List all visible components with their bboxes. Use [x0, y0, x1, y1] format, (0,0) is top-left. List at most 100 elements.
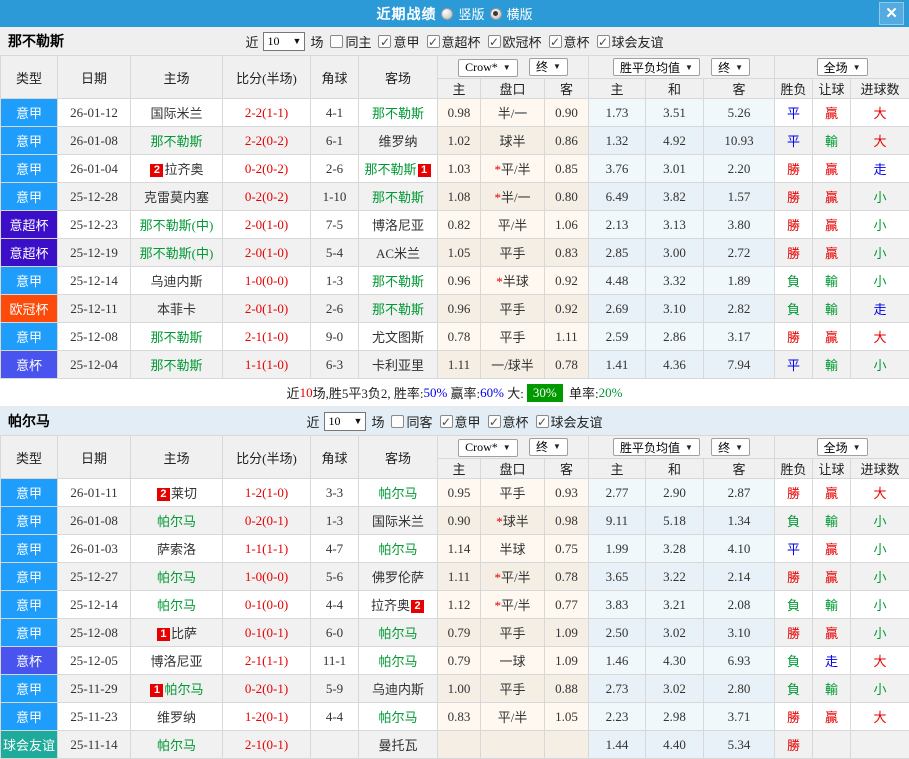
league-badge: 欧冠杯 — [1, 295, 58, 323]
home-odds: 1.14 — [438, 535, 481, 563]
avg-home: 2.85 — [589, 239, 646, 267]
avg-final-dropdown[interactable]: 终▼ — [711, 58, 750, 76]
horizontal-layout-label: 横版 — [507, 4, 533, 23]
league-badge: 意甲 — [1, 479, 58, 507]
league-filter-checkbox[interactable]: ✓意甲 — [440, 412, 481, 431]
odds-source-dropdown[interactable]: Crow*▼ — [458, 439, 518, 457]
corner-score: 1-3 — [311, 507, 359, 535]
result-wdl: 平 — [775, 535, 813, 563]
same-venue-checkbox[interactable]: 同主 — [330, 32, 371, 51]
team-label: 那不勒斯 — [372, 274, 424, 289]
close-icon: ✕ — [885, 5, 898, 22]
avg-home: 1.46 — [589, 647, 646, 675]
checkbox-checked-icon: ✓ — [440, 415, 453, 428]
odds-final-dropdown[interactable]: 终▼ — [529, 438, 568, 456]
result-handicap: 輸 — [813, 127, 851, 155]
league-filter-checkbox[interactable]: ✓意超杯 — [427, 32, 481, 51]
result-wdl: 平 — [775, 127, 813, 155]
league-filter-checkbox[interactable]: ✓球会友谊 — [536, 412, 603, 431]
team-label: 那不勒斯(中) — [140, 218, 214, 233]
avg-away: 2.82 — [704, 295, 775, 323]
avg-type-dropdown[interactable]: 胜平负均值▼ — [613, 58, 700, 76]
result-wdl: 負 — [775, 295, 813, 323]
col-type: 类型 — [1, 436, 58, 479]
red-card-badge: 2 — [411, 600, 424, 613]
league-filter-checkbox[interactable]: ✓欧冠杯 — [488, 32, 542, 51]
vertical-layout-radio[interactable] — [441, 8, 453, 20]
red-card-badge: 1 — [150, 684, 163, 697]
away-odds: 0.85 — [545, 155, 589, 183]
match-row: 意甲26-01-112莱切1-2(1-0)3-3帕尔马0.95平手0.932.7… — [1, 479, 909, 507]
match-row: 意甲25-12-14帕尔马0-1(0-0)4-4拉齐奥21.12*平/半0.77… — [1, 591, 909, 619]
home-odds: 1.11 — [438, 351, 481, 379]
away-team: 帕尔马 — [359, 479, 438, 507]
avg-final-dropdown[interactable]: 终▼ — [711, 438, 750, 456]
avg-draw: 3.22 — [646, 563, 704, 591]
recent-count-select[interactable]: 10▼ — [263, 32, 305, 51]
odds-final-dropdown[interactable]: 终▼ — [529, 58, 568, 76]
home-team: 那不勒斯 — [131, 323, 223, 351]
avg-home: 2.13 — [589, 211, 646, 239]
result-wdl: 平 — [775, 351, 813, 379]
col-handicap: 盘口 — [481, 459, 545, 479]
home-team: 那不勒斯 — [131, 351, 223, 379]
match-date: 26-01-11 — [58, 479, 131, 507]
handicap: 平/半 — [481, 211, 545, 239]
result-goals: 大 — [851, 647, 909, 675]
dropdown-caret-icon: ▼ — [553, 442, 561, 451]
col-avg-draw: 和 — [646, 79, 704, 99]
horizontal-layout-radio[interactable] — [490, 8, 502, 20]
away-team: 帕尔马 — [359, 535, 438, 563]
team-label: 那不勒斯 — [150, 134, 202, 149]
team-label: 维罗纳 — [157, 710, 196, 725]
avg-type-dropdown[interactable]: 胜平负均值▼ — [613, 438, 700, 456]
avg-draw: 3.28 — [646, 535, 704, 563]
result-wdl: 負 — [775, 647, 813, 675]
score: 0-2(0-1) — [223, 507, 311, 535]
league-filter-checkbox[interactable]: ✓球会友谊 — [597, 32, 664, 51]
away-odds: 1.06 — [545, 211, 589, 239]
result-wdl: 勝 — [775, 703, 813, 731]
star-mark: * — [494, 598, 501, 613]
team-label: 博洛尼亚 — [150, 654, 202, 669]
result-goals: 走 — [851, 155, 909, 183]
handicap: 半球 — [481, 535, 545, 563]
col-goals: 进球数 — [851, 79, 909, 99]
col-avg-home: 主 — [589, 459, 646, 479]
league-filter-checkbox[interactable]: ✓意杯 — [549, 32, 590, 51]
col-date: 日期 — [58, 56, 131, 99]
league-filter-checkbox[interactable]: ✓意杯 — [488, 412, 529, 431]
match-date: 25-12-04 — [58, 351, 131, 379]
close-button[interactable]: ✕ — [879, 2, 904, 25]
same-venue-checkbox[interactable]: 同客 — [391, 412, 432, 431]
score: 2-0(1-0) — [223, 239, 311, 267]
corner-score: 5-4 — [311, 239, 359, 267]
league-badge: 意甲 — [1, 323, 58, 351]
avg-away: 2.72 — [704, 239, 775, 267]
col-wdl: 胜负 — [775, 79, 813, 99]
team-label: 那不勒斯 — [364, 162, 416, 177]
fulltime-dropdown[interactable]: 全场▼ — [817, 58, 868, 76]
team-label: 帕尔马 — [378, 654, 417, 669]
team-label: 拉齐奥 — [164, 162, 203, 177]
league-filter-checkbox[interactable]: ✓意甲 — [378, 32, 419, 51]
match-row: 意甲25-11-291帕尔马0-2(0-1)5-9乌迪内斯1.00平手0.882… — [1, 675, 909, 703]
dropdown-caret-icon: ▼ — [503, 443, 511, 452]
odds-source-dropdown[interactable]: Crow*▼ — [458, 59, 518, 77]
home-odds: 1.08 — [438, 183, 481, 211]
avg-home: 1.73 — [589, 99, 646, 127]
section-parma: 帕尔马 近10▼场同客✓意甲✓意杯✓球会友谊 类型 日期 主场 比分(半场) 角… — [0, 407, 909, 759]
team-label: 那不勒斯 — [150, 330, 202, 345]
col-home: 主场 — [131, 436, 223, 479]
vertical-layout-label: 竖版 — [458, 4, 484, 23]
odds-group-header: Crow*▼ 终▼ — [438, 56, 589, 79]
result-goals: 小 — [851, 675, 909, 703]
score: 0-1(0-1) — [223, 619, 311, 647]
recent-count-select[interactable]: 10▼ — [324, 412, 366, 431]
fulltime-dropdown[interactable]: 全场▼ — [817, 438, 868, 456]
result-handicap: 輸 — [813, 351, 851, 379]
away-odds: 0.92 — [545, 295, 589, 323]
away-odds: 1.11 — [545, 323, 589, 351]
col-odds-home: 主 — [438, 79, 481, 99]
corner-score: 6-3 — [311, 351, 359, 379]
